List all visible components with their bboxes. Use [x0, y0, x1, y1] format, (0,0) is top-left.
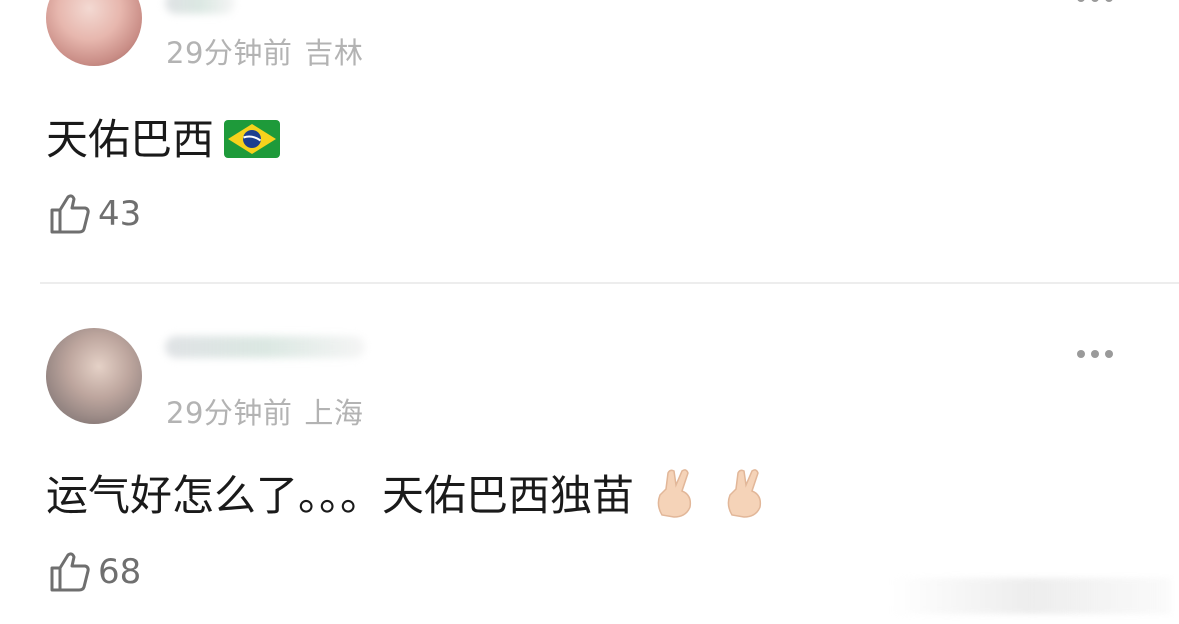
user-avatar[interactable] [46, 0, 142, 66]
more-options-button[interactable] [1077, 350, 1113, 358]
dot-icon [1091, 350, 1099, 358]
comment-time: 29分钟前 [166, 36, 293, 70]
crossed-fingers-icon [727, 468, 762, 518]
like-count: 43 [98, 194, 142, 234]
comment-location: 吉林 [304, 36, 364, 70]
username-blurred[interactable] [165, 336, 365, 358]
comment-text-content: 运气好怎么了。。。天佑巴西独苗 [46, 471, 635, 520]
thumbs-up-icon [50, 194, 90, 234]
avatar-blur-overlay [30, 314, 170, 434]
dot-icon [1077, 0, 1085, 2]
like-count: 68 [98, 552, 142, 592]
comment-meta: 29分钟前 上海 [166, 390, 363, 432]
like-button[interactable]: 68 [48, 550, 141, 594]
dot-icon [1091, 0, 1099, 2]
comment-meta: 29分钟前 吉林 [166, 30, 363, 72]
thumbs-up-icon [50, 552, 90, 592]
comment-item-2: 29分钟前 上海 运气好怎么了。。。天佑巴西独苗 68 [0, 284, 1179, 624]
comment-item-1: 29分钟前 吉林 天佑巴西 43 [0, 0, 1179, 283]
like-button[interactable]: 43 [48, 192, 141, 236]
crossed-fingers-icon [657, 468, 692, 518]
brazil-flag-icon [224, 119, 281, 158]
username-blurred[interactable] [165, 0, 235, 14]
comment-text-content: 天佑巴西 [46, 115, 215, 164]
watermark-blurred [891, 578, 1171, 614]
comment-text: 运气好怎么了。。。天佑巴西独苗 [46, 462, 774, 527]
comment-text: 天佑巴西 [46, 106, 281, 167]
more-options-button[interactable] [1077, 0, 1113, 2]
comment-time: 29分钟前 [166, 396, 293, 430]
dot-icon [1105, 350, 1113, 358]
dot-icon [1077, 350, 1085, 358]
dot-icon [1105, 0, 1113, 2]
comment-location: 上海 [304, 396, 364, 430]
